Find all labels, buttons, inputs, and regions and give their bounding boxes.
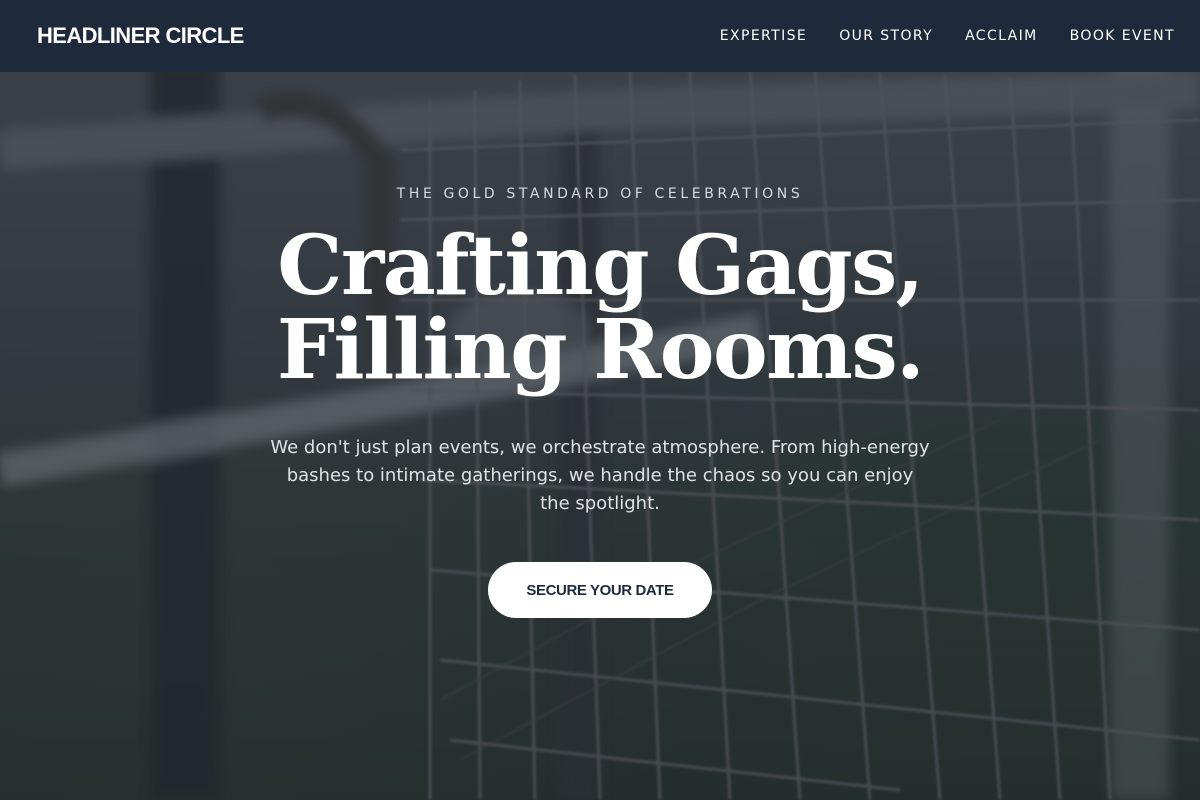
nav-link-expertise[interactable]: EXPERTISE (720, 28, 807, 44)
nav-link-our-story[interactable]: OUR STORY (839, 28, 933, 44)
hero-subtext: We don't just plan events, we orchestrat… (270, 437, 930, 514)
nav-link-book-event[interactable]: BOOK EVENT (1070, 28, 1175, 44)
hero-eyebrow: THE GOLD STANDARD OF CELEBRATIONS (396, 186, 804, 202)
hero-headline: Crafting Gags, Filling Rooms. (276, 218, 925, 398)
main-nav: EXPERTISE OUR STORY ACCLAIM BOOK EVENT (720, 28, 1175, 44)
site-header: HEADLINER CIRCLE EXPERTISE OUR STORY ACC… (0, 0, 1200, 72)
hero-headline-line-2: Filling Rooms. (276, 302, 925, 398)
secure-your-date-button[interactable]: SECURE YOUR DATE (488, 562, 712, 618)
hero-section: THE GOLD STANDARD OF CELEBRATIONS Crafti… (0, 72, 1200, 800)
nav-link-acclaim[interactable]: ACCLAIM (965, 28, 1038, 44)
brand-logo[interactable]: HEADLINER CIRCLE (37, 23, 244, 49)
hero-headline-line-1: Crafting Gags, (277, 218, 924, 314)
